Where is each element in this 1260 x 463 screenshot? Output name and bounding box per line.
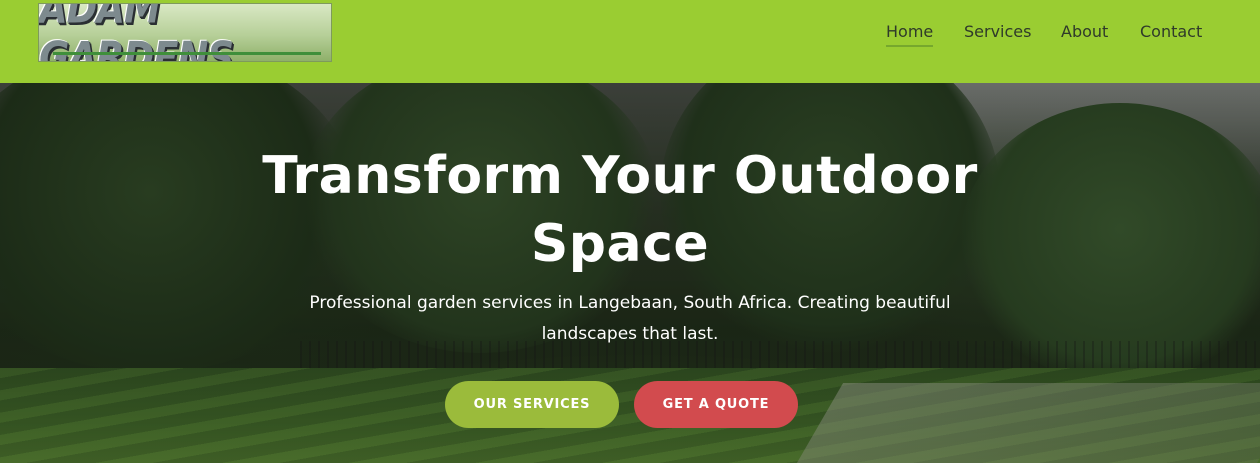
- logo[interactable]: ADAM GARDENS: [38, 3, 332, 62]
- site-header: ADAM GARDENS Home Services About Contact: [0, 0, 1260, 83]
- logo-underline: [53, 52, 321, 55]
- nav-services-link[interactable]: Services: [964, 22, 1031, 41]
- nav-about-link[interactable]: About: [1061, 22, 1108, 41]
- nav-contact-link[interactable]: Contact: [1140, 22, 1202, 41]
- hero-garden-path: [796, 383, 1260, 463]
- hero-subtitle-line-2: landscapes that last.: [541, 324, 719, 344]
- get-a-quote-button[interactable]: GET A QUOTE: [634, 381, 798, 428]
- hero-section: Transform Your Outdoor Space Professiona…: [0, 83, 1260, 463]
- hero-title-line-2: Space: [530, 214, 710, 274]
- nav-home-link[interactable]: Home: [886, 22, 934, 47]
- hero-title: Transform Your Outdoor Space: [230, 142, 1010, 278]
- hero-subtitle: Professional garden services in Langebaa…: [250, 288, 1010, 350]
- hero-title-line-1: Transform Your Outdoor: [262, 146, 978, 206]
- hero-subtitle-line-1: Professional garden services in Langebaa…: [309, 293, 951, 313]
- our-services-button[interactable]: OUR SERVICES: [445, 381, 619, 428]
